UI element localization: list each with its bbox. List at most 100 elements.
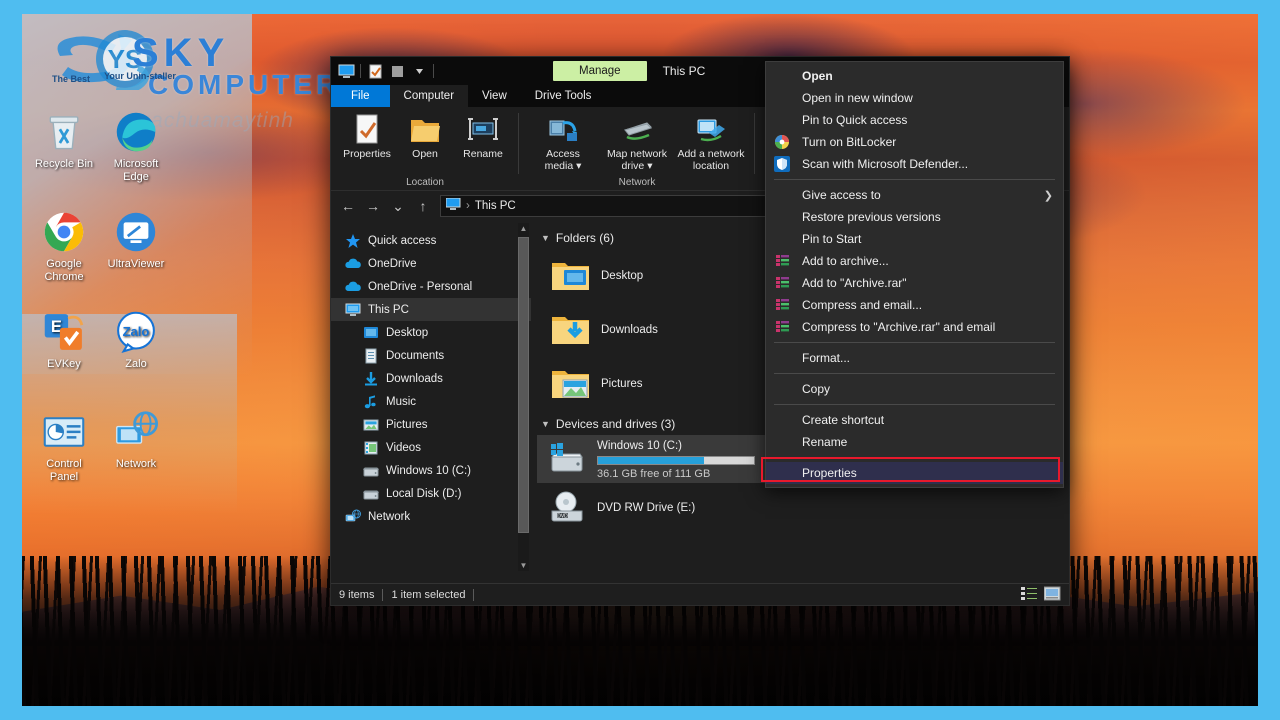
context-menu-item-compress-and-email[interactable]: Compress and email... [766, 294, 1063, 316]
drive-info: Windows 10 (C:) 36.1 GB free of 111 GB [597, 438, 755, 480]
desktop-icon-zalo[interactable]: Zalo Zalo [94, 310, 178, 371]
sidebar-item-this-pc[interactable]: This PC [331, 298, 531, 321]
this-pc-icon [445, 197, 461, 214]
navigation-tree[interactable]: Quick access OneDrive OneDrive - Personal T… [331, 229, 531, 528]
evkey-icon: E [42, 310, 86, 354]
context-menu-item-rename[interactable]: Rename [766, 431, 1063, 453]
breadcrumb-separator: › [466, 200, 470, 212]
sidebar-item-music[interactable]: Music [331, 390, 531, 413]
context-menu-item-add-to-archive[interactable]: Add to archive... [766, 250, 1063, 272]
sidebar-item-quick-access[interactable]: Quick access [331, 229, 531, 252]
scroll-down-arrow[interactable]: ▼ [518, 560, 529, 571]
customize-chevron-icon[interactable] [408, 61, 430, 81]
up-button[interactable]: ↑ [412, 195, 434, 217]
ribbon-tab-view[interactable]: View [468, 85, 521, 107]
network-icon [345, 509, 361, 525]
ribbon-button-open[interactable]: Open [397, 113, 453, 160]
back-button[interactable]: ← [337, 195, 359, 217]
breadcrumb[interactable]: This PC [475, 200, 516, 212]
context-menu-item-compress-to-archive-rar-and-email[interactable]: Compress to "Archive.rar" and email [766, 316, 1063, 338]
sidebar-item-onedrive-personal[interactable]: OneDrive - Personal [331, 275, 531, 298]
sidebar-item-downloads[interactable]: Downloads [331, 367, 531, 390]
sidebar-item-pictures[interactable]: Pictures [331, 413, 531, 436]
drive-free-space: 36.1 GB free of 111 GB [597, 468, 711, 480]
context-menu-item-copy[interactable]: Copy [766, 378, 1063, 400]
desktop-icon-microsoft-edge[interactable]: Microsoft Edge [94, 110, 178, 184]
desktop-icon-network[interactable]: Network [94, 410, 178, 471]
new-folder-icon[interactable] [386, 61, 408, 81]
view-mode-buttons[interactable] [1021, 586, 1061, 604]
context-menu[interactable]: Open Open in new window Pin to Quick acces… [765, 61, 1064, 488]
sidebar-item-network[interactable]: Network [331, 505, 531, 528]
ribbon-button-rename[interactable]: Rename [455, 113, 511, 160]
sidebar-item-onedrive[interactable]: OneDrive [331, 252, 531, 275]
context-menu-item-create-shortcut[interactable]: Create shortcut [766, 409, 1063, 431]
scrollbar-thumb[interactable] [518, 237, 529, 533]
forward-button[interactable]: → [362, 195, 384, 217]
ribbon-button-properties[interactable]: Properties [339, 113, 395, 160]
navigation-pane[interactable]: Quick access OneDrive OneDrive - Personal T… [331, 221, 531, 573]
context-menu-separator [774, 404, 1055, 405]
recycle-bin-icon [42, 110, 86, 154]
context-menu-item-give-access-to[interactable]: Give access to ❯ [766, 184, 1063, 206]
context-menu-item-add-to-archive-rar[interactable]: Add to "Archive.rar" [766, 272, 1063, 294]
sidebar-item-desktop[interactable]: Desktop [331, 321, 531, 344]
selection-label: 1 item selected [391, 588, 466, 601]
map-network-drive-icon [621, 113, 653, 145]
navigation-scrollbar[interactable]: ▲ ▼ [518, 223, 529, 571]
drive-label: Windows 10 (C:) [597, 440, 682, 452]
chevron-down-icon[interactable]: ▼ [541, 419, 550, 429]
sidebar-item-videos[interactable]: Videos [331, 436, 531, 459]
ribbon-tab-drive-tools[interactable]: Drive Tools [521, 85, 606, 107]
sidebar-item-local-disk-d[interactable]: Local Disk (D:) [331, 482, 531, 505]
context-menu-item-pin-to-quick-access[interactable]: Pin to Quick access [766, 109, 1063, 131]
ribbon-button-access[interactable]: Access media ▾ [527, 113, 599, 172]
context-menu-item-turn-on-bitlocker[interactable]: Turn on BitLocker [766, 131, 1063, 153]
toolbar-divider [360, 64, 361, 78]
pictures-icon [363, 417, 379, 433]
ribbon-group-location: Properties Open Rename Location [331, 107, 519, 190]
context-menu-item-open-in-new-window[interactable]: Open in new window [766, 87, 1063, 109]
manage-contextual-tab[interactable]: Manage [553, 61, 647, 81]
sidebar-item-label: Videos [386, 441, 421, 454]
ribbon-button-map-network[interactable]: Map network drive ▾ [601, 113, 673, 172]
details-view-icon[interactable] [1021, 586, 1038, 604]
context-menu-item-pin-to-start[interactable]: Pin to Start [766, 228, 1063, 250]
quick-access-toolbar[interactable] [331, 61, 437, 81]
microsoft-edge-icon [114, 110, 158, 154]
drive-tile-dvd-rw-drive-e[interactable]: DVD DVD RW Drive (E:) [537, 483, 787, 531]
context-menu-item-scan-with-microsoft-defender[interactable]: Scan with Microsoft Defender... [766, 153, 1063, 175]
ribbon-tab-file[interactable]: File [331, 85, 390, 107]
context-menu-item-open[interactable]: Open [766, 65, 1063, 87]
context-menu-item-label: Add to archive... [802, 254, 889, 268]
watermark-label-right: Your Unin-staller [104, 71, 176, 81]
context-menu-item-format[interactable]: Format... [766, 347, 1063, 369]
chevron-down-icon[interactable]: ▼ [541, 233, 550, 243]
no-icon [774, 381, 792, 397]
ribbon-group-label: Network [618, 177, 656, 188]
ribbon-button-label: Map network drive ▾ [606, 148, 668, 173]
scroll-up-arrow[interactable]: ▲ [518, 223, 529, 234]
context-menu-item-label: Add to "Archive.rar" [802, 276, 907, 290]
drive-tile-windows-10-c[interactable]: Windows 10 (C:) 36.1 GB free of 111 GB [537, 435, 787, 483]
ribbon-group-network: Access media ▾ Map network drive ▾ Add a net… [519, 107, 755, 190]
folder-tile-label: Desktop [601, 270, 644, 282]
ribbon-button-label: Add a network location [677, 148, 745, 173]
sidebar-item-documents[interactable]: Documents [331, 344, 531, 367]
context-menu-item-label: Format... [802, 351, 851, 365]
sidebar-item-label: Desktop [386, 326, 429, 339]
desktop-icon-ultraviewer[interactable]: UltraViewer [94, 210, 178, 271]
context-menu-item-restore-previous-versions[interactable]: Restore previous versions [766, 206, 1063, 228]
large-icons-view-icon[interactable] [1043, 586, 1061, 604]
context-menu-item-properties[interactable]: Properties [766, 462, 1063, 484]
ribbon-button-label: Open [412, 148, 438, 160]
sidebar-item-label: Local Disk (D:) [386, 487, 462, 500]
chevron-right-icon: ❯ [1043, 189, 1053, 202]
ribbon-tab-computer[interactable]: Computer [389, 85, 469, 107]
this-pc-icon[interactable] [335, 61, 357, 81]
properties-icon[interactable] [364, 61, 386, 81]
rename-icon [467, 113, 499, 145]
sidebar-item-windows-10-c[interactable]: Windows 10 (C:) [331, 459, 531, 482]
ribbon-button-add-a-network[interactable]: Add a network location [675, 113, 747, 172]
recent-locations-button[interactable]: ⌄ [387, 195, 409, 217]
